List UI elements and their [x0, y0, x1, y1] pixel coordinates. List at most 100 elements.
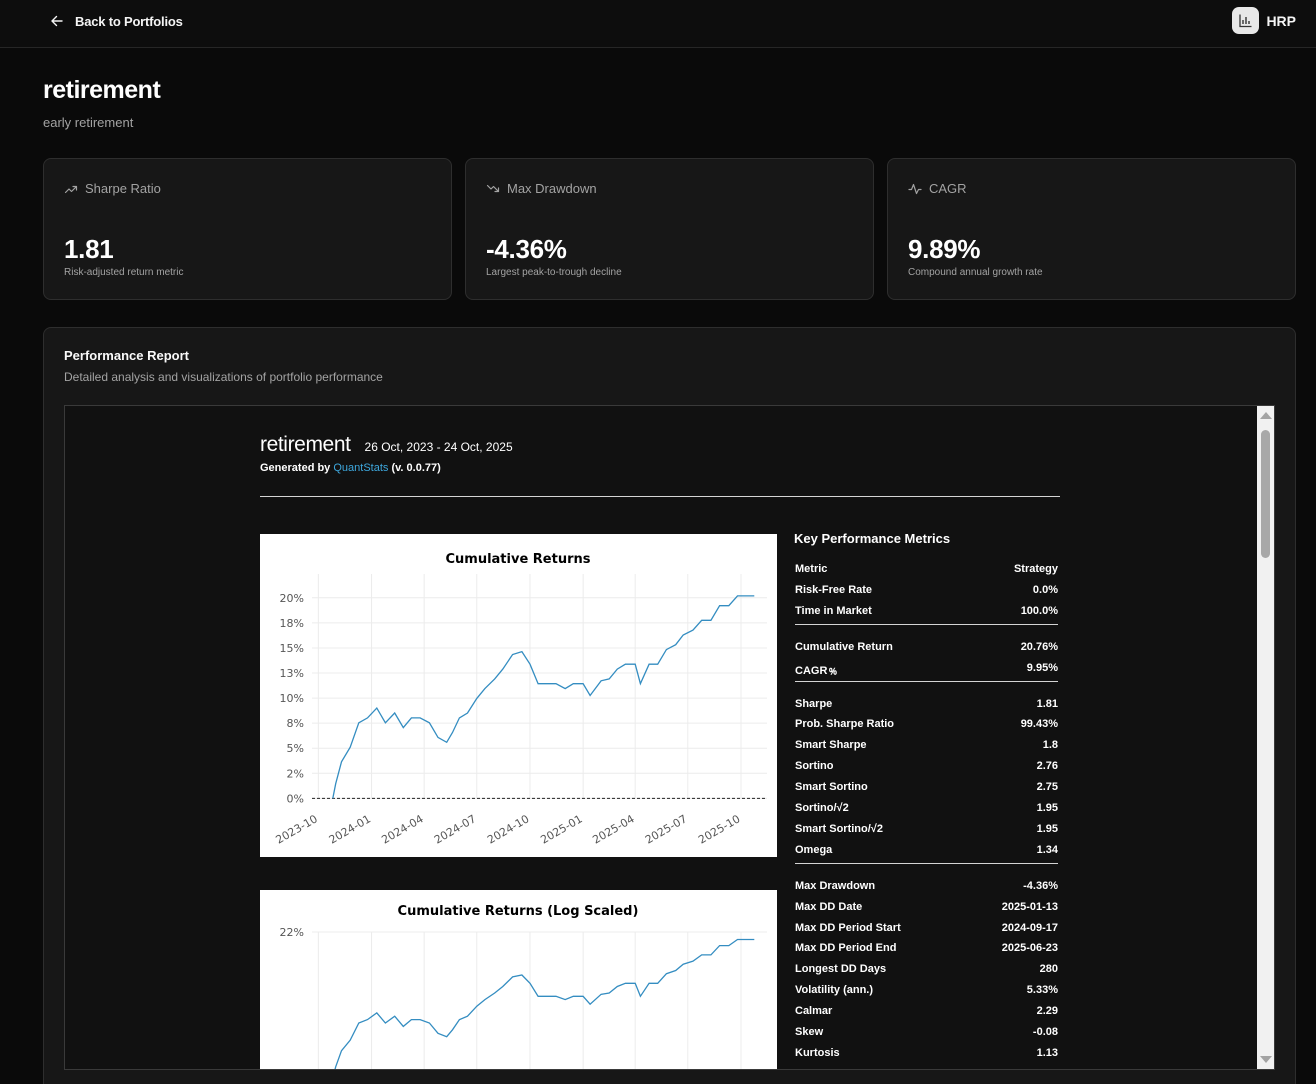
metric-name: Smart Sharpe [795, 739, 867, 752]
metric-row: Cumulative Return 20.76% [795, 641, 1058, 657]
metric-name: Cumulative Return [795, 640, 893, 653]
cumulative-returns-log-line [334, 938, 755, 1069]
trending-down-icon [486, 184, 500, 192]
activity-icon [908, 183, 922, 194]
metric-row: Skew -0.08 [795, 1026, 1058, 1042]
card-value: 1.81 [64, 234, 114, 264]
metric-value: 99.43% [1020, 718, 1058, 731]
x-tick-label: 2025-01 [538, 812, 584, 846]
card-description: Compound annual growth rate [908, 267, 1043, 278]
metric-row: Omega 1.34 [795, 844, 1058, 860]
metric-row: Longest DD Days 280 [795, 963, 1058, 979]
top-bar: Back to Portfolios HRP [0, 0, 1316, 48]
metric-name: Skew [795, 1026, 824, 1038]
metric-name: Risk-Free Rate [795, 583, 873, 596]
report-date-range: 26 Oct, 2023 - 24 Oct, 2025 [364, 440, 513, 454]
y-tick-label: 18% [280, 617, 304, 630]
card-label: Sharpe Ratio [85, 181, 161, 196]
metric-value: 1.13 [1036, 1046, 1058, 1059]
y-tick-label: 5% [287, 742, 304, 755]
cumulative-returns-line [332, 595, 755, 799]
cumulative-returns-log-svg: Cumulative Returns (Log Scaled) 22% [280, 904, 767, 1069]
bar-chart-icon [1232, 7, 1260, 34]
card-description: Largest peak-to-trough decline [486, 267, 622, 278]
back-to-portfolios-link[interactable]: Back to Portfolios [50, 12, 183, 30]
y-tick-label: 8% [287, 717, 304, 730]
metric-name: Max Drawdown [795, 879, 876, 892]
x-tick-label: 2024-07 [432, 812, 478, 846]
metric-name: Time in Market [795, 604, 872, 617]
metric-name: Omega [795, 843, 833, 856]
metric-name: Sortino [795, 760, 834, 773]
metric-name: Sortino/√2 [795, 802, 849, 814]
metric-value: 1.8 [1042, 739, 1058, 752]
metric-value: 20.76% [1020, 640, 1058, 653]
metrics-header: Metric Strategy [795, 563, 1058, 579]
scroll-up-icon[interactable] [1260, 412, 1272, 419]
metric-row: Max DD Date 2025-01-13 [795, 901, 1058, 917]
metric-value: 0.0% [1032, 583, 1058, 596]
metric-value: -0.08 [1032, 1026, 1058, 1038]
metric-name: Calmar [795, 1005, 833, 1018]
metric-name: Max DD Period Start [795, 921, 901, 934]
card-label: CAGR [929, 181, 967, 196]
card-value: 9.89% [908, 234, 981, 264]
cumulative-returns-chart: Cumulative Returns 0% 2% 5% 8% 10% 13% 15% 18% 20… [260, 534, 777, 857]
metric-value: 2025-01-13 [1001, 900, 1058, 913]
x-tick-label: 2025-10 [696, 812, 742, 846]
report-name: retirement [260, 433, 351, 456]
x-tick-label: 2025-04 [590, 812, 636, 846]
divider [260, 496, 1060, 497]
report-description: Detailed analysis and visualizations of … [64, 370, 383, 384]
report-scrollbar[interactable] [1257, 406, 1274, 1069]
metric-value: 2.75 [1036, 781, 1058, 794]
back-label: Back to Portfolios [75, 13, 183, 29]
metric-row: Prob. Sharpe Ratio 99.43% [795, 718, 1058, 734]
metric-value: 280 [1039, 963, 1058, 976]
metric-name: CAGR﹪ [795, 664, 839, 677]
brand[interactable]: HRP [1232, 7, 1296, 34]
metric-value: 1.81 [1036, 697, 1058, 710]
scroll-down-icon[interactable] [1260, 1056, 1272, 1063]
x-tick-label: 2024-04 [379, 812, 425, 846]
metric-name: Metric [795, 563, 828, 575]
x-tick-label: 2025-07 [643, 812, 689, 846]
metrics-divider [795, 623, 1058, 625]
metric-row: Volatility (ann.) 5.33% [795, 984, 1058, 1000]
metric-name: Max DD Date [795, 900, 863, 913]
metric-name: Kurtosis [795, 1046, 840, 1059]
metric-row: Smart Sharpe 1.8 [795, 739, 1058, 755]
metric-name: Volatility (ann.) [795, 984, 874, 997]
metric-row: Max DD Period End 2025-06-23 [795, 942, 1058, 958]
y-tick-label: 22% [280, 926, 304, 939]
metric-value: 1.95 [1036, 802, 1058, 814]
metric-value: 1.95 [1036, 822, 1058, 835]
metric-name: Smart Sortino/√2 [795, 822, 883, 835]
card-description: Risk-adjusted return metric [64, 267, 184, 278]
y-tick-label: 0% [287, 792, 304, 805]
quantstats-link[interactable]: QuantStats [333, 462, 388, 474]
generated-by: Generated by QuantStats (v. 0.0.77) [260, 462, 441, 474]
metric-row: Smart Sortino/√2 1.95 [795, 823, 1058, 839]
metric-row: Max Drawdown -4.36% [795, 880, 1058, 896]
generated-version: (v. 0.0.77) [388, 462, 441, 474]
y-tick-label: 10% [280, 692, 304, 705]
card-value: -4.36% [486, 234, 567, 264]
x-tick-label: 2024-10 [485, 812, 531, 846]
metric-value: 2.29 [1036, 1005, 1058, 1018]
report-frame[interactable]: retirement 26 Oct, 2023 - 24 Oct, 2025 G… [64, 405, 1275, 1070]
metric-value: 2025-06-23 [1001, 942, 1058, 955]
metric-row: Calmar 2.29 [795, 1005, 1058, 1021]
metric-value: Strategy [1013, 563, 1058, 575]
max-drawdown-card: Max Drawdown -4.36% Largest peak-to-trou… [465, 158, 874, 300]
arrow-left-icon [51, 15, 63, 27]
metric-value: 2.76 [1036, 760, 1058, 773]
metrics-divider [795, 862, 1058, 864]
x-tick-label: 2023-10 [274, 812, 320, 846]
metric-row: Sortino/√2 1.95 [795, 802, 1058, 818]
page-subtitle: early retirement [43, 115, 134, 130]
scroll-thumb[interactable] [1261, 430, 1270, 558]
metric-name: Smart Sortino [795, 781, 868, 794]
metric-row: CAGR﹪ 9.95% [795, 662, 1058, 678]
chart-title: Cumulative Returns (Log Scaled) [398, 904, 639, 919]
